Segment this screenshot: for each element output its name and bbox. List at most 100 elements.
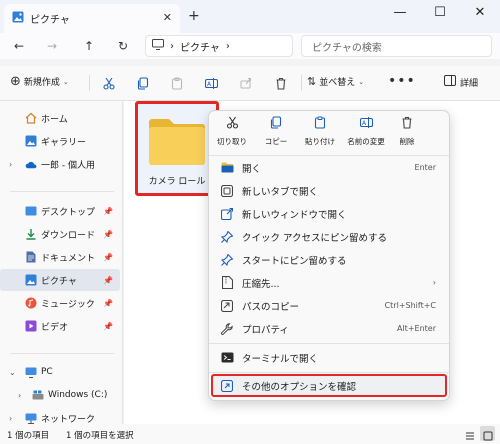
pin-icon[interactable]: 📌 — [103, 253, 113, 262]
pin-icon[interactable]: 📌 — [103, 299, 113, 308]
rename-icon: A — [359, 116, 373, 132]
nav-item-documents[interactable]: ドキュメント 📌 — [0, 246, 120, 268]
nav-item-pictures[interactable]: ピクチャ 📌 — [0, 269, 120, 291]
tab-pictures[interactable]: ピクチャ ✕ — [4, 4, 180, 33]
new-tab-button[interactable]: + — [188, 8, 200, 24]
menu-item-label: その他のオプションを確認 — [242, 381, 357, 393]
nav-item-label: ビデオ — [41, 322, 69, 333]
terminal-icon — [220, 351, 234, 365]
svg-text:A: A — [362, 120, 367, 127]
pin-icon[interactable]: 📌 — [103, 230, 113, 239]
copy-button[interactable]: コピー — [256, 116, 296, 156]
menu-item-open-new-tab[interactable]: 新しいタブで開く — [213, 179, 446, 202]
chevron-right-icon[interactable]: › — [9, 160, 12, 169]
divider — [301, 75, 302, 91]
delete-icon — [401, 116, 413, 132]
tab-title: ピクチャ — [30, 15, 70, 26]
sort-button[interactable]: ⇅ 並べ替え ⌄ — [307, 75, 364, 88]
delete-icon[interactable] — [271, 74, 291, 92]
tiles-view-button[interactable] — [480, 426, 495, 441]
menu-item-open-new-window[interactable]: 新しいウィンドウで開く — [213, 202, 446, 225]
paste-button[interactable]: 貼り付け — [300, 116, 340, 156]
copy-path-icon — [220, 299, 234, 313]
tab-close-button[interactable]: ✕ — [163, 11, 172, 24]
nav-item-desktop[interactable]: デスクトップ 📌 — [0, 200, 120, 222]
nav-item-pc[interactable]: ⌄ PC — [0, 361, 120, 383]
pin-icon[interactable]: 📌 — [103, 207, 113, 216]
breadcrumb[interactable]: › ピクチャ › — [145, 35, 293, 57]
new-button[interactable]: ⊕ 新規作成 ⌄ — [10, 74, 69, 89]
forward-button[interactable]: → — [42, 37, 62, 55]
pictures-icon — [12, 11, 24, 26]
pin-icon[interactable]: 📌 — [103, 276, 113, 285]
more-options-button[interactable]: ••• — [388, 73, 416, 89]
menu-item-copy-path[interactable]: パスのコピー Ctrl+Shift+C — [213, 294, 446, 317]
breadcrumb-pictures[interactable]: ピクチャ — [180, 39, 220, 54]
context-menu: 切り取り コピー 貼り付け A 名前の変更 削除 開く Enter 新しいタブで… — [208, 110, 450, 401]
chevron-right-icon[interactable]: › — [18, 391, 21, 400]
up-button[interactable]: ↑ — [79, 37, 99, 55]
zip-icon — [220, 276, 234, 290]
nav-item-windows-c[interactable]: › Windows (C:) — [0, 384, 120, 406]
chevron-down-icon[interactable]: ⌄ — [9, 368, 16, 377]
paste-icon[interactable] — [167, 74, 187, 92]
cut-icon[interactable] — [99, 74, 119, 92]
tiles-view-icon — [483, 431, 493, 444]
maximize-button[interactable]: ☐ — [420, 0, 460, 24]
more-options-icon — [220, 379, 234, 393]
menu-item-open[interactable]: 開く Enter — [213, 156, 446, 179]
nav-item-home[interactable]: ホーム — [0, 107, 120, 129]
menu-item-properties[interactable]: プロパティ Alt+Enter — [213, 317, 446, 340]
copy-icon[interactable] — [133, 74, 153, 92]
cut-button[interactable]: 切り取り — [212, 116, 252, 156]
nav-item-label: ピクチャ — [41, 276, 77, 287]
details-label: 詳細 — [460, 78, 479, 89]
details-pane-button[interactable]: 詳細 — [444, 75, 478, 89]
rename-icon[interactable]: A — [201, 74, 221, 92]
divider — [10, 353, 114, 354]
menu-item-shortcut: Alt+Enter — [396, 324, 436, 333]
nav-item-downloads[interactable]: ダウンロード 📌 — [0, 223, 120, 245]
chevron-right-icon: › — [225, 40, 230, 52]
menu-item-pin-quick-access[interactable]: クイック アクセスにピン留めする — [213, 225, 446, 248]
search-input[interactable]: ピクチャの検索 — [301, 35, 492, 57]
menu-item-label: 新しいウィンドウで開く — [242, 209, 347, 221]
nav-item-onedrive[interactable]: › 一郎 - 個人用 — [0, 153, 120, 175]
sort-icon: ⇅ — [307, 75, 317, 88]
rename-label: 名前の変更 — [347, 137, 385, 146]
delete-button[interactable]: 削除 — [387, 116, 427, 156]
menu-item-open-terminal[interactable]: ターミナルで開く — [213, 346, 446, 369]
nav-item-music[interactable]: ミュージック 📌 — [0, 292, 120, 314]
nav-item-gallery[interactable]: ギャラリー — [0, 130, 120, 152]
nav-item-videos[interactable]: ビデオ 📌 — [0, 315, 120, 337]
list-view-icon — [465, 431, 475, 444]
rename-button[interactable]: A 名前の変更 — [346, 116, 386, 156]
copy-label: コピー — [264, 137, 288, 146]
menu-item-label: 開く — [242, 163, 262, 175]
pin-icon[interactable]: 📌 — [103, 322, 113, 331]
menu-item-show-more-options[interactable]: その他のオプションを確認 — [211, 374, 447, 397]
address-bar: ← → ↑ ↻ › ピクチャ › ピクチャの検索 — [0, 33, 500, 59]
monitor-icon — [152, 39, 164, 53]
menu-item-label: パスのコピー — [242, 301, 300, 313]
share-icon[interactable] — [236, 74, 256, 92]
home-icon — [25, 112, 37, 124]
divider — [209, 343, 449, 344]
close-window-button[interactable]: ✕ — [460, 0, 500, 24]
chevron-right-icon[interactable]: › — [9, 414, 12, 423]
menu-item-pin-start[interactable]: スタートにピン留めする — [213, 248, 446, 271]
details-view-button[interactable] — [462, 426, 477, 441]
item-count: 1 個の項目 — [7, 431, 50, 441]
menu-item-compress[interactable]: 圧縮先... › — [213, 271, 446, 294]
back-button[interactable]: ← — [9, 37, 29, 55]
chevron-right-icon: › — [170, 40, 174, 52]
navigation-pane: ホーム ギャラリー › 一郎 - 個人用 デスクトップ 📌 ダウンロード 📌 ド… — [0, 101, 123, 425]
sort-button-label: 並べ替え — [319, 78, 356, 88]
refresh-button[interactable]: ↻ — [113, 37, 133, 55]
nav-item-label: デスクトップ — [41, 207, 96, 218]
minimize-button[interactable]: — — [380, 0, 420, 24]
folder-camera-roll[interactable]: カメラ ロール — [135, 101, 219, 196]
network-icon — [25, 412, 37, 424]
pin-icon — [220, 230, 234, 244]
nav-item-label: ミュージック — [41, 299, 95, 310]
